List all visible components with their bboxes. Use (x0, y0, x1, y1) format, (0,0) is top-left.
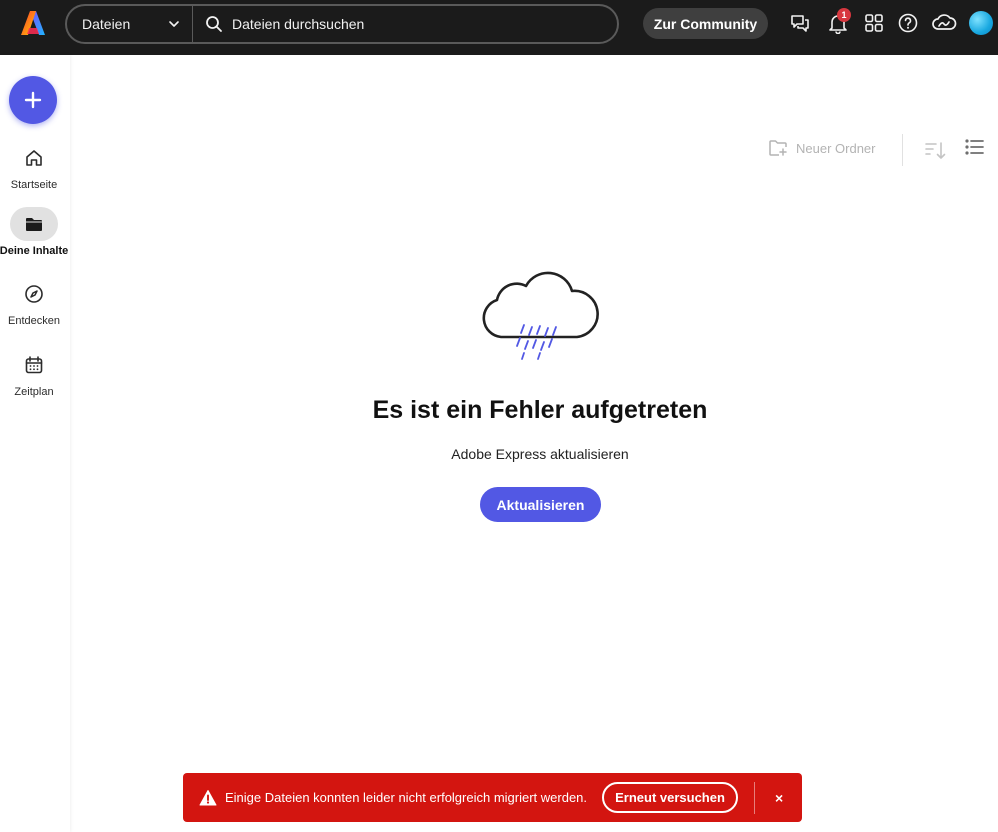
notification-badge: 1 (837, 8, 851, 22)
help-icon[interactable] (897, 12, 919, 34)
scope-dropdown[interactable]: Dateien (67, 6, 193, 42)
list-view-icon[interactable] (964, 137, 984, 157)
close-icon[interactable]: × (769, 788, 789, 808)
sidebar-item-label: Deine Inhalte (0, 245, 69, 257)
compass-icon (25, 285, 43, 303)
scope-label: Dateien (82, 16, 131, 32)
toast-divider (754, 781, 756, 814)
error-title: Es ist ein Fehler aufgetreten (372, 396, 708, 424)
toast-message: Einige Dateien konnten leider nicht erfo… (225, 790, 588, 805)
new-folder-button[interactable]: Neuer Ordner (768, 139, 875, 157)
chevron-down-icon (169, 21, 179, 27)
nav-icon-wrapper (10, 348, 58, 382)
sidebar-item-startseite[interactable]: Startseite (0, 141, 68, 191)
toolbar-divider (902, 134, 903, 166)
avatar[interactable] (969, 11, 993, 35)
chat-icon[interactable] (789, 12, 811, 34)
creative-cloud-icon[interactable] (931, 12, 957, 34)
create-button[interactable] (9, 76, 57, 124)
sidebar-item-label: Zeitplan (14, 386, 54, 398)
retry-button[interactable]: Erneut versuchen (602, 782, 739, 813)
nav-icon-wrapper (10, 141, 58, 175)
top-bar: Dateien Zur Community 1 (0, 0, 998, 55)
search-field-wrapper (193, 15, 617, 33)
nav-icon-wrapper (10, 207, 58, 241)
new-folder-label: Neuer Ordner (796, 140, 876, 156)
alert-triangle-icon (199, 789, 217, 805)
sidebar-item-entdecken[interactable]: Entdecken (0, 277, 68, 327)
search-input[interactable] (232, 16, 592, 32)
calendar-icon (25, 356, 43, 374)
refresh-button[interactable]: Aktualisieren (480, 487, 601, 522)
sidebar-item-deine-inhalte[interactable]: Deine Inhalte (0, 207, 68, 257)
folder-icon (26, 218, 42, 231)
sidebar-item-zeitplan[interactable]: Zeitplan (0, 348, 68, 398)
error-toast: Einige Dateien konnten leider nicht erfo… (183, 773, 802, 822)
plus-icon (24, 91, 42, 109)
adobe-express-logo[interactable] (20, 10, 46, 36)
sort-icon[interactable] (924, 140, 946, 162)
sidebar-item-label: Entdecken (8, 315, 60, 327)
new-folder-icon (769, 140, 787, 156)
sidebar: Startseite Deine Inhalte Entdecken Zeitp… (0, 55, 70, 832)
rain-cloud-icon (482, 271, 599, 360)
nav-icon-wrapper (10, 277, 58, 311)
community-button[interactable]: Zur Community (643, 8, 768, 39)
search-icon (206, 16, 222, 32)
apps-grid-icon[interactable] (863, 12, 885, 34)
search-bar: Dateien (65, 4, 619, 44)
home-icon (26, 150, 42, 166)
error-subtitle: Adobe Express aktualisieren (451, 446, 629, 462)
sidebar-item-label: Startseite (10, 179, 58, 191)
